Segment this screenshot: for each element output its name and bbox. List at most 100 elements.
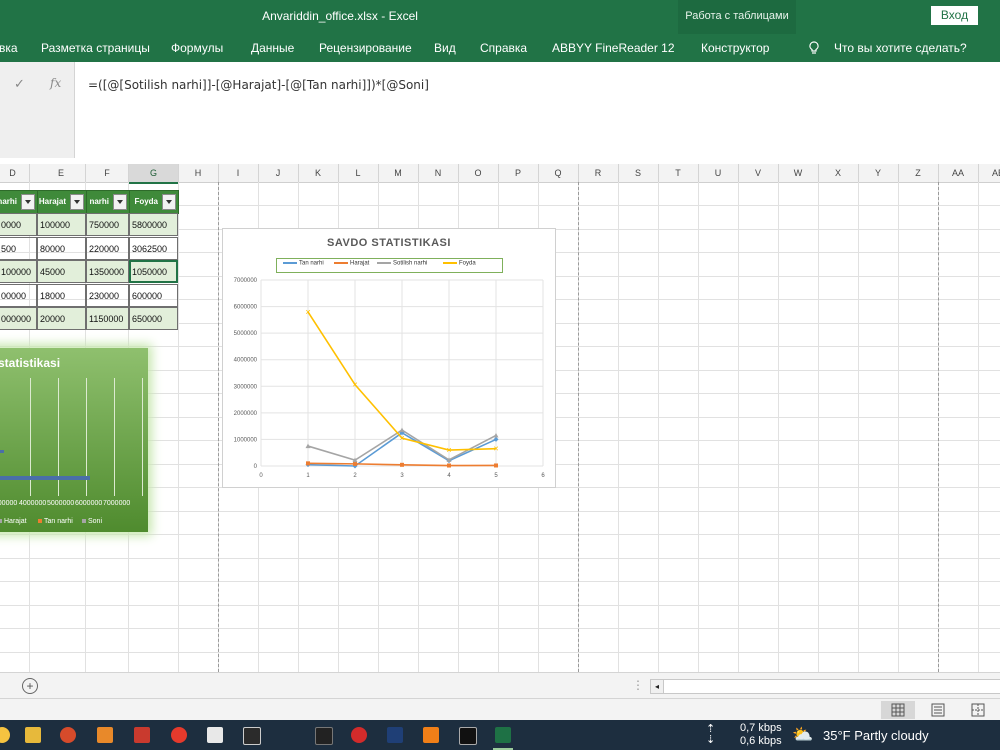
column-header-w[interactable]: W bbox=[778, 164, 819, 182]
column-header-m[interactable]: M bbox=[378, 164, 419, 182]
add-sheet-button[interactable]: + bbox=[22, 678, 38, 694]
column-header-k[interactable]: K bbox=[298, 164, 339, 182]
table-cell[interactable]: 750000 bbox=[86, 213, 129, 236]
table-cell[interactable]: 0000 bbox=[0, 213, 37, 236]
table-cell[interactable]: 1150000 bbox=[86, 307, 129, 330]
tell-me-search[interactable]: Что вы хотите сделать? bbox=[834, 41, 967, 55]
filter-dropdown-icon[interactable] bbox=[113, 194, 127, 210]
savdo-line-chart[interactable]: 0 1000000 2000000 3000000 4000000 5000000 6000… bbox=[222, 228, 556, 488]
table-cell[interactable]: 220000 bbox=[86, 236, 129, 260]
signin-button[interactable]: Вход bbox=[931, 6, 978, 25]
table-cell[interactable]: 650000 bbox=[129, 307, 178, 330]
column-header-r[interactable]: R bbox=[578, 164, 619, 182]
page-layout-icon[interactable] bbox=[921, 701, 955, 719]
horizontal-scrollbar[interactable]: ◂ bbox=[650, 679, 1000, 694]
splitter-handle[interactable]: ⋮ bbox=[632, 678, 644, 692]
page-break-icon[interactable] bbox=[961, 701, 995, 719]
app-ie-icon[interactable] bbox=[243, 727, 261, 745]
table-cell[interactable]: 18000 bbox=[37, 283, 86, 307]
table-header-sotilish-narhi[interactable]: Sotilish narhi bbox=[86, 190, 130, 214]
column-header-f[interactable]: F bbox=[86, 164, 129, 182]
column-header-u[interactable]: U bbox=[698, 164, 739, 182]
table-cell[interactable]: 1350000 bbox=[86, 260, 129, 283]
weather-text[interactable]: 35°F Partly cloudy bbox=[823, 728, 929, 743]
table-header-harajat[interactable]: Harajat bbox=[37, 190, 87, 214]
tab-formulas[interactable]: Формулы bbox=[171, 41, 223, 55]
tab-insert[interactable]: вка bbox=[0, 41, 18, 55]
file-explorer-icon[interactable] bbox=[25, 727, 41, 743]
normal-view-icon[interactable] bbox=[881, 701, 915, 719]
excel-taskbar-icon[interactable] bbox=[493, 727, 513, 750]
y-tick-label: 7000000 bbox=[234, 278, 258, 284]
table-cell[interactable]: 230000 bbox=[86, 283, 129, 307]
column-header-x[interactable]: X bbox=[818, 164, 859, 182]
column-header-t[interactable]: T bbox=[658, 164, 699, 182]
table-cell[interactable]: 1050000 bbox=[129, 260, 178, 283]
title-bar: Anvariddin_office.xlsx - Excel bbox=[0, 0, 1000, 34]
app-dev-icon[interactable] bbox=[134, 727, 150, 743]
column-header-g[interactable]: G bbox=[129, 164, 179, 184]
table-cell[interactable]: 45000 bbox=[37, 260, 86, 283]
tab-review[interactable]: Рецензирование bbox=[319, 41, 412, 55]
table-cell[interactable]: 100000 bbox=[37, 213, 86, 236]
tab-design[interactable]: Конструктор bbox=[701, 41, 769, 55]
filter-dropdown-icon[interactable] bbox=[162, 194, 176, 210]
column-header-d[interactable]: D bbox=[0, 164, 30, 182]
column-header-e[interactable]: E bbox=[37, 164, 86, 182]
column-header-q[interactable]: Q bbox=[538, 164, 579, 182]
photoshop-icon[interactable] bbox=[387, 727, 403, 743]
ribbon-tabs: вка Разметка страницы Формулы Данные Рец… bbox=[0, 34, 1000, 62]
scroll-left-button[interactable]: ◂ bbox=[651, 680, 664, 693]
table-cell[interactable]: 20000 bbox=[37, 307, 86, 330]
formula-input[interactable]: =([@[Sotilish narhi]]-[@Harajat]-[@[Tan … bbox=[88, 78, 429, 92]
column-header-j[interactable]: J bbox=[258, 164, 299, 182]
gridline bbox=[0, 628, 1000, 629]
net-down: 0,6 kbps bbox=[740, 735, 782, 747]
column-header-i[interactable]: I bbox=[218, 164, 259, 182]
yandex-browser-icon[interactable] bbox=[171, 727, 187, 743]
table-cell[interactable]: 80000 bbox=[37, 236, 86, 260]
column-header-p[interactable]: P bbox=[498, 164, 539, 182]
table-cell[interactable]: 5800000 bbox=[129, 213, 178, 236]
table-header-foyda[interactable]: Foyda bbox=[129, 190, 179, 214]
tab-abbyy[interactable]: ABBYY FineReader 12 bbox=[552, 41, 675, 55]
column-header-s[interactable]: S bbox=[618, 164, 659, 182]
table-cell[interactable]: 600000 bbox=[129, 283, 178, 307]
insert-function-icon[interactable]: fx bbox=[50, 76, 61, 90]
filter-dropdown-icon[interactable] bbox=[70, 194, 84, 210]
app-paint-icon[interactable] bbox=[207, 727, 223, 743]
column-header-z[interactable]: Z bbox=[898, 164, 939, 182]
pdf-app-icon[interactable] bbox=[60, 727, 76, 743]
column-header-o[interactable]: O bbox=[458, 164, 499, 182]
table-header-tan-narhi[interactable]: Tan narhi bbox=[0, 190, 38, 214]
column-header-aa[interactable]: AA bbox=[938, 164, 979, 182]
tab-view[interactable]: Вид bbox=[434, 41, 456, 55]
table-cell[interactable]: 500 bbox=[0, 236, 37, 260]
table-cell[interactable]: 000000 bbox=[0, 307, 37, 330]
filter-dropdown-icon[interactable] bbox=[21, 194, 35, 210]
tab-page-layout[interactable]: Разметка страницы bbox=[41, 41, 150, 55]
column-header-ab[interactable]: AB bbox=[978, 164, 1000, 182]
network-speed: 0,7 kbps 0,6 kbps bbox=[740, 722, 782, 748]
y-tick-label: 2000000 bbox=[234, 411, 258, 417]
green-bar-chart[interactable]: statistikasi 3000000 4000000 5000000 600… bbox=[0, 348, 148, 532]
record-app-icon[interactable] bbox=[351, 727, 367, 743]
column-header-l[interactable]: L bbox=[338, 164, 379, 182]
column-header-v[interactable]: V bbox=[738, 164, 779, 182]
tab-data[interactable]: Данные bbox=[251, 41, 294, 55]
terminal-icon[interactable] bbox=[459, 727, 477, 745]
app-dark-icon[interactable] bbox=[315, 727, 333, 745]
app-g-icon[interactable] bbox=[423, 727, 439, 743]
app-s-icon[interactable] bbox=[97, 727, 113, 743]
table-cell[interactable]: 00000 bbox=[0, 283, 37, 307]
column-header-y[interactable]: Y bbox=[858, 164, 899, 182]
column-header-h[interactable]: H bbox=[178, 164, 219, 182]
column-header-n[interactable]: N bbox=[418, 164, 459, 182]
legend-tan-narhi: Tan narhi bbox=[283, 260, 324, 267]
table-cell[interactable]: 100000 bbox=[0, 260, 37, 283]
app-icon[interactable] bbox=[0, 727, 10, 743]
lightbulb-icon[interactable] bbox=[808, 41, 820, 58]
tab-help[interactable]: Справка bbox=[480, 41, 527, 55]
table-cell[interactable]: 3062500 bbox=[129, 236, 178, 260]
enter-check-icon[interactable]: ✓ bbox=[14, 76, 25, 92]
